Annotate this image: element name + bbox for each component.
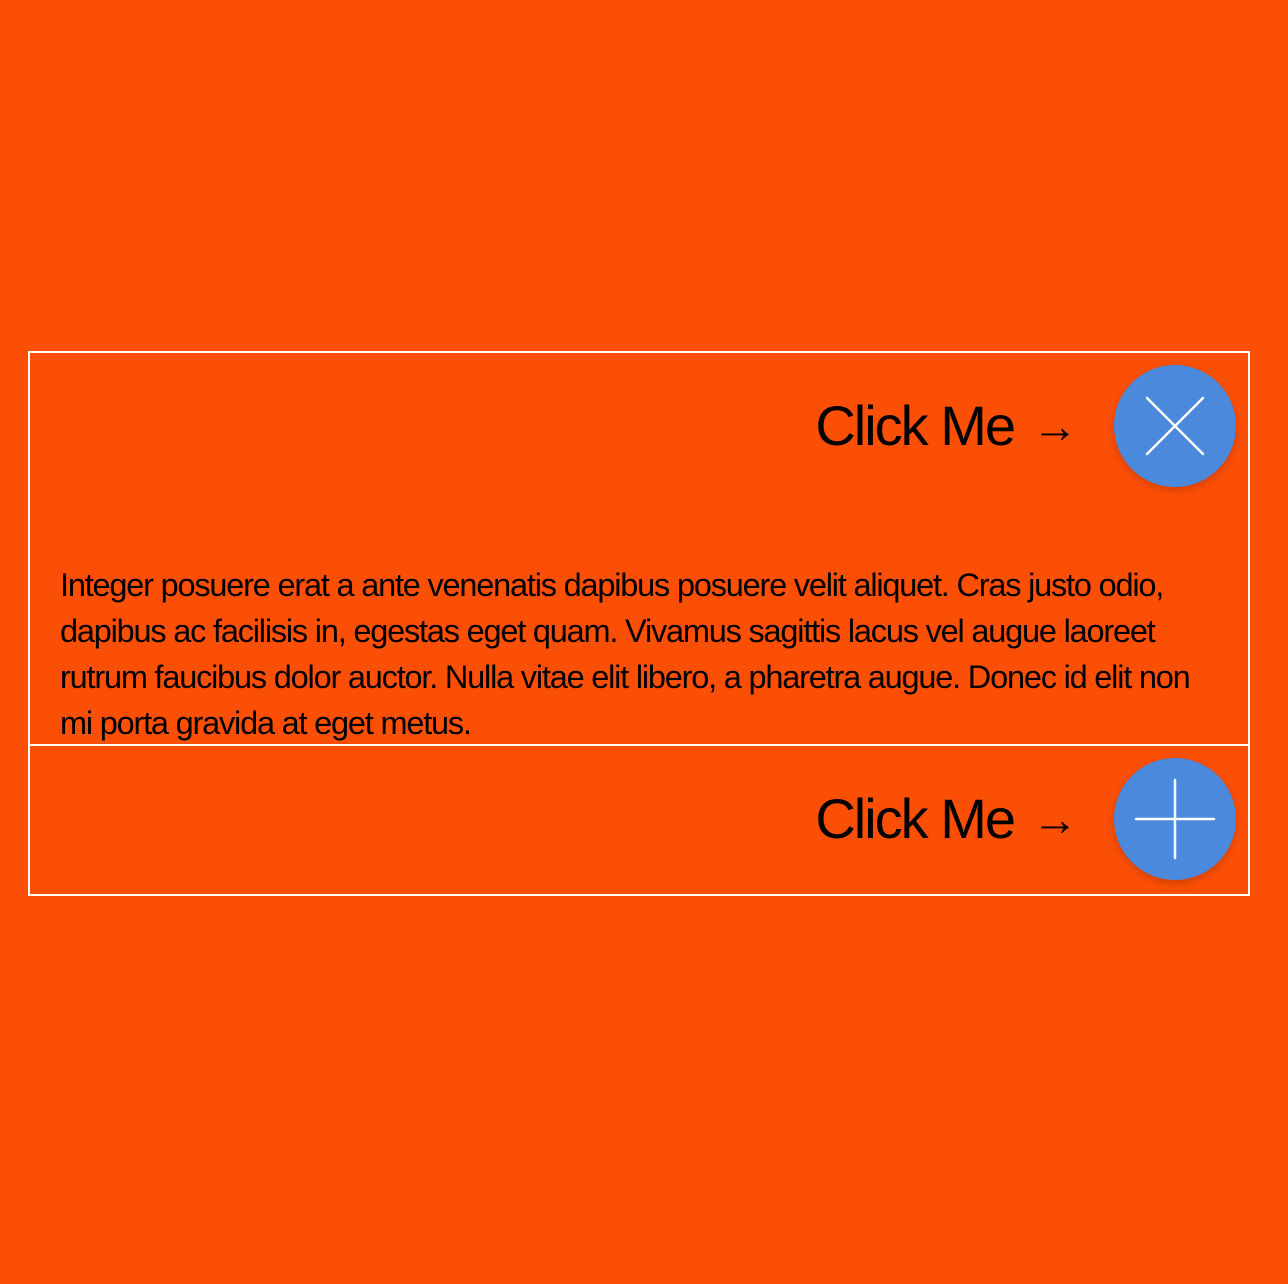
arrow-right-icon: → <box>1032 793 1078 845</box>
plus-icon <box>1134 778 1216 860</box>
collapse-button[interactable] <box>1114 365 1236 487</box>
accordion-panel-2: Click Me → <box>28 746 1250 896</box>
panel-2-label-group: Click Me → <box>815 791 1078 847</box>
panel-1-label-group: Click Me → <box>815 398 1078 454</box>
panel-1-label: Click Me <box>815 394 1016 457</box>
accordion-panel-1-header[interactable]: Click Me → <box>815 365 1248 487</box>
accordion-panel-1: Click Me → Integer posuere erat a ante ve… <box>28 351 1250 746</box>
expand-button[interactable] <box>1114 758 1236 880</box>
panel-2-label: Click Me <box>815 787 1016 850</box>
panel-1-content: Integer posuere erat a ante venenatis da… <box>60 566 1191 741</box>
arrow-right-icon: → <box>1032 400 1078 452</box>
close-icon <box>1145 396 1205 456</box>
accordion-panel-2-header[interactable]: Click Me → <box>815 758 1248 880</box>
accordion: Click Me → Integer posuere erat a ante ve… <box>28 351 1250 896</box>
